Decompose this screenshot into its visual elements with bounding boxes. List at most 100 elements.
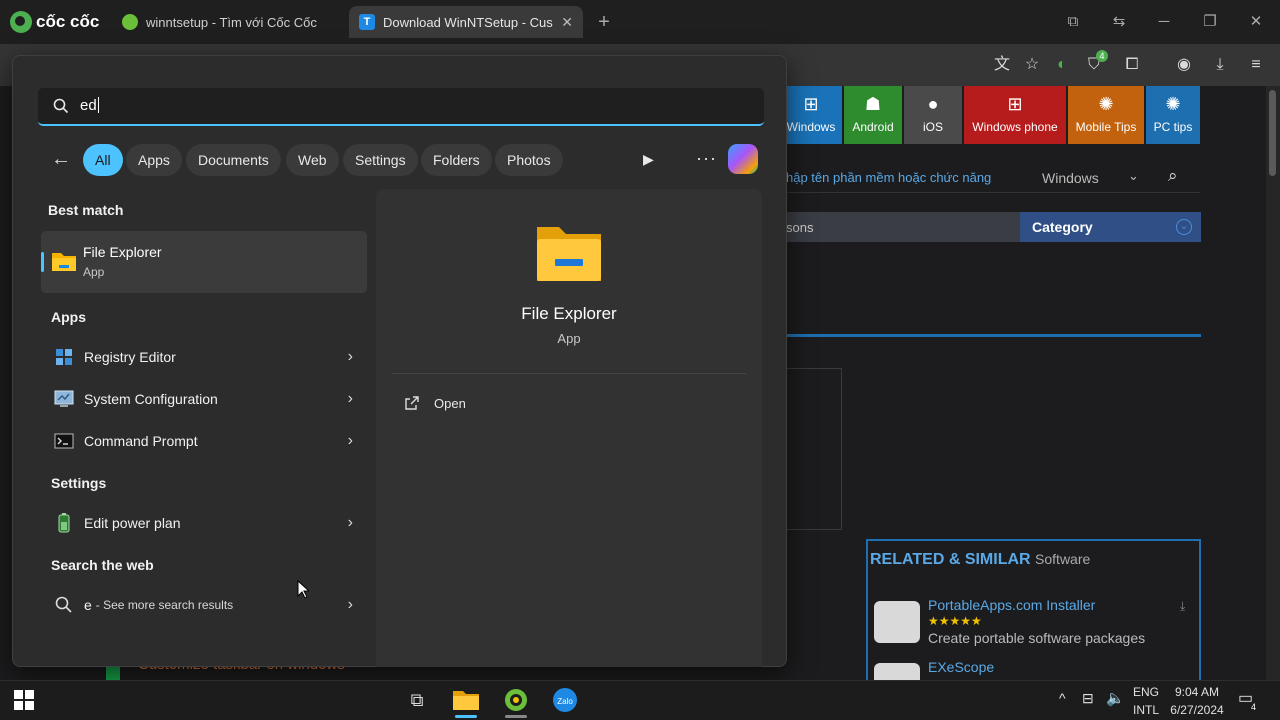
related-item-desc: Create portable software packages (928, 630, 1146, 646)
zalo-icon[interactable]: Zalo (550, 686, 580, 714)
related-item-name[interactable]: PortableApps.com Installer (928, 597, 1095, 613)
tab-search-icon[interactable]: ⧉ (1061, 10, 1085, 34)
site-favicon-icon: T (359, 14, 375, 30)
result-web-search[interactable]: e - See more search results › (41, 585, 367, 625)
apple-icon: ● (927, 94, 939, 114)
filter-photos[interactable]: Photos (495, 144, 563, 176)
lightbulb-icon: ✺ (1098, 94, 1114, 114)
filter-web[interactable]: Web (286, 144, 339, 176)
chevron-up-icon[interactable]: ^ (1059, 690, 1066, 706)
extensions-icon[interactable]: ⧠ (1119, 52, 1145, 78)
web-query: e (84, 597, 92, 613)
minimize-icon[interactable]: ─ (1152, 10, 1176, 34)
system-config-icon (54, 390, 74, 407)
chevron-right-icon[interactable]: › (348, 514, 353, 532)
apps-heading: Apps (51, 309, 86, 325)
notification-count: 4 (1251, 702, 1257, 712)
brand-name: cốc cốc (36, 12, 100, 31)
file-explorer-large-icon (537, 227, 601, 281)
result-edit-power-plan[interactable]: Edit power plan › (41, 503, 367, 543)
menu-icon[interactable]: ≡ (1243, 52, 1269, 78)
back-arrow-icon[interactable]: ← (51, 148, 71, 171)
category-label: Category (1032, 219, 1093, 235)
volume-icon[interactable]: 🔈 (1106, 689, 1125, 707)
filter-all[interactable]: All (83, 144, 123, 176)
more-options-icon[interactable]: ··· (696, 148, 717, 169)
svg-text:Zalo: Zalo (557, 697, 573, 706)
related-item-name[interactable]: EXeScope (928, 659, 994, 675)
network-icon[interactable]: ⊟ (1082, 690, 1094, 707)
filter-apps[interactable]: Apps (126, 144, 182, 176)
download-icon[interactable]: ⤓ (1207, 52, 1233, 78)
nav-tile-windows[interactable]: ⊞ Windows (780, 86, 842, 144)
close-tab-icon[interactable]: ✕ (561, 14, 573, 31)
language-indicator[interactable]: ENG INTL (1133, 685, 1163, 717)
download-icon[interactable]: ⤓ (1180, 599, 1185, 614)
best-match-heading: Best match (48, 202, 124, 218)
nav-tile-windows-phone[interactable]: ⊞ Windows phone (964, 86, 1066, 144)
nav-tile-ios[interactable]: ● iOS (904, 86, 962, 144)
star-icon[interactable]: ☆ (1019, 52, 1045, 78)
result-command-prompt[interactable]: Command Prompt › (41, 421, 367, 461)
keyboard-layout: INTL (1133, 703, 1160, 717)
filter-folders[interactable]: Folders (421, 144, 492, 176)
registry-icon (56, 349, 72, 365)
tab-search[interactable]: winntsetup - Tìm với Cốc Cốc (112, 6, 342, 38)
browser-brand[interactable]: cốc cốc (10, 10, 99, 34)
result-system-configuration[interactable]: System Configuration › (41, 379, 367, 419)
moon-icon[interactable]: ◐ (1049, 52, 1075, 78)
content-tabs[interactable]: sons (780, 212, 1020, 242)
detail-divider (392, 373, 746, 374)
chevron-right-icon[interactable]: › (348, 432, 353, 450)
platform-select[interactable]: Windows (1042, 170, 1099, 186)
language-code: ENG (1133, 685, 1160, 699)
clock[interactable]: 9:04 AM 6/27/2024 (1167, 685, 1227, 717)
chevron-right-icon[interactable]: › (348, 390, 353, 408)
category-dropdown[interactable]: Category ⌄ (1020, 212, 1201, 242)
chevron-right-icon[interactable]: › (348, 348, 353, 366)
lightbulb-icon: ✺ (1165, 94, 1181, 114)
translate-icon[interactable]: 文 (989, 52, 1015, 78)
result-label: Command Prompt (84, 433, 198, 449)
result-registry-editor[interactable]: Registry Editor › (41, 337, 367, 377)
filter-documents[interactable]: Documents (186, 144, 281, 176)
coccoc-icon[interactable] (501, 686, 531, 714)
site-search-placeholder: hập tên phần mềm hoặc chức năng (786, 170, 992, 185)
browser-tab-strip: cốc cốc winntsetup - Tìm với Cốc Cốc T D… (0, 0, 1280, 44)
clock-time: 9:04 AM (1174, 685, 1220, 699)
search-icon (55, 596, 72, 613)
windows-start-icon[interactable] (14, 690, 34, 710)
filter-settings[interactable]: Settings (343, 144, 418, 176)
task-view-icon[interactable]: ⧉ (402, 686, 432, 714)
nav-tile-label: Mobile Tips (1075, 120, 1137, 134)
battery-icon (58, 513, 70, 533)
related-heading: RELATED & SIMILAR Software (870, 551, 1090, 569)
coccoc-logo-icon (10, 11, 32, 33)
tab-download-winntsetup[interactable]: T Download WinNTSetup - Cus ✕ (349, 6, 583, 38)
copilot-icon[interactable] (728, 144, 758, 174)
back-history-icon[interactable]: ⇆ (1107, 10, 1131, 34)
close-window-icon[interactable]: ✕ (1244, 10, 1268, 34)
site-search-bar[interactable]: hập tên phần mềm hoặc chức năng Windows … (780, 163, 1200, 193)
tab-label: sons (786, 220, 814, 235)
more-filters-play-icon[interactable]: ▶ (643, 151, 654, 168)
chevron-right-icon[interactable]: › (348, 596, 353, 614)
maximize-icon[interactable]: ❐ (1198, 10, 1222, 34)
search-input[interactable]: ed (38, 88, 764, 126)
nav-tile-android[interactable]: ☗ Android (844, 86, 902, 144)
text-caret (97, 97, 99, 113)
new-tab-button[interactable]: + (592, 10, 616, 34)
search-icon[interactable]: ⌕ (1168, 166, 1178, 186)
file-explorer-icon[interactable] (451, 686, 481, 714)
nav-tile-mobile-tips[interactable]: ✺ Mobile Tips (1068, 86, 1144, 144)
windows-phone-icon: ⊞ (1007, 94, 1023, 114)
nav-tile-pc-tips[interactable]: ✺ PC tips (1146, 86, 1200, 144)
scrollbar-thumb[interactable] (1269, 90, 1276, 176)
side-panel-box (780, 368, 842, 530)
profile-icon[interactable]: ◉ (1171, 52, 1197, 78)
section-divider (780, 334, 1201, 337)
tab-title: Download WinNTSetup - Cus (383, 14, 553, 30)
best-match-type: App (83, 265, 105, 279)
best-match-file-explorer[interactable]: File Explorer App (41, 231, 367, 293)
open-action[interactable]: Open (392, 387, 746, 419)
